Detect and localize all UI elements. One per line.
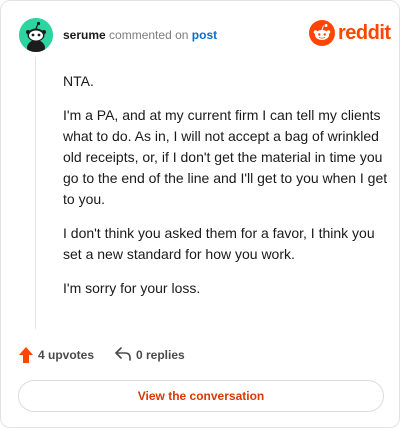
- replies-button[interactable]: 0 replies: [115, 345, 205, 365]
- reddit-snoo-icon: [309, 20, 335, 46]
- post-link[interactable]: post: [192, 28, 217, 42]
- user-avatar[interactable]: [19, 18, 53, 52]
- action-text: commented on: [109, 28, 189, 42]
- comment-paragraph: I'm sorry for your loss.: [63, 280, 201, 296]
- comment-body: NTA. I'm a PA, and at my current firm I …: [63, 71, 389, 312]
- thread-line: [35, 57, 36, 329]
- reddit-wordmark: reddit: [338, 22, 391, 44]
- comment-actions: 4 upvotes 0 replies: [19, 345, 383, 365]
- comment-header: serume commented on post reddit: [19, 18, 391, 54]
- embedded-comment-card: serume commented on post reddit NTA. I'm…: [0, 0, 400, 428]
- snoo-avatar-icon: [19, 18, 53, 52]
- upvote-arrow-icon: [19, 347, 33, 363]
- upvotes-button[interactable]: 4 upvotes: [19, 345, 99, 365]
- username-link[interactable]: serume: [63, 28, 106, 42]
- comment-paragraph: I don't think you asked them for a favor…: [63, 225, 375, 262]
- reply-arrow-icon: [115, 347, 131, 361]
- comment-byline: serume commented on post: [63, 27, 217, 43]
- reddit-logo[interactable]: reddit: [309, 20, 391, 46]
- comment-paragraph: I'm a PA, and at my current firm I can t…: [63, 107, 388, 207]
- view-conversation-button[interactable]: View the conversation: [18, 380, 384, 412]
- comment-paragraph: NTA.: [63, 73, 94, 89]
- replies-count: 0 replies: [136, 348, 185, 362]
- upvotes-count: 4 upvotes: [38, 348, 95, 362]
